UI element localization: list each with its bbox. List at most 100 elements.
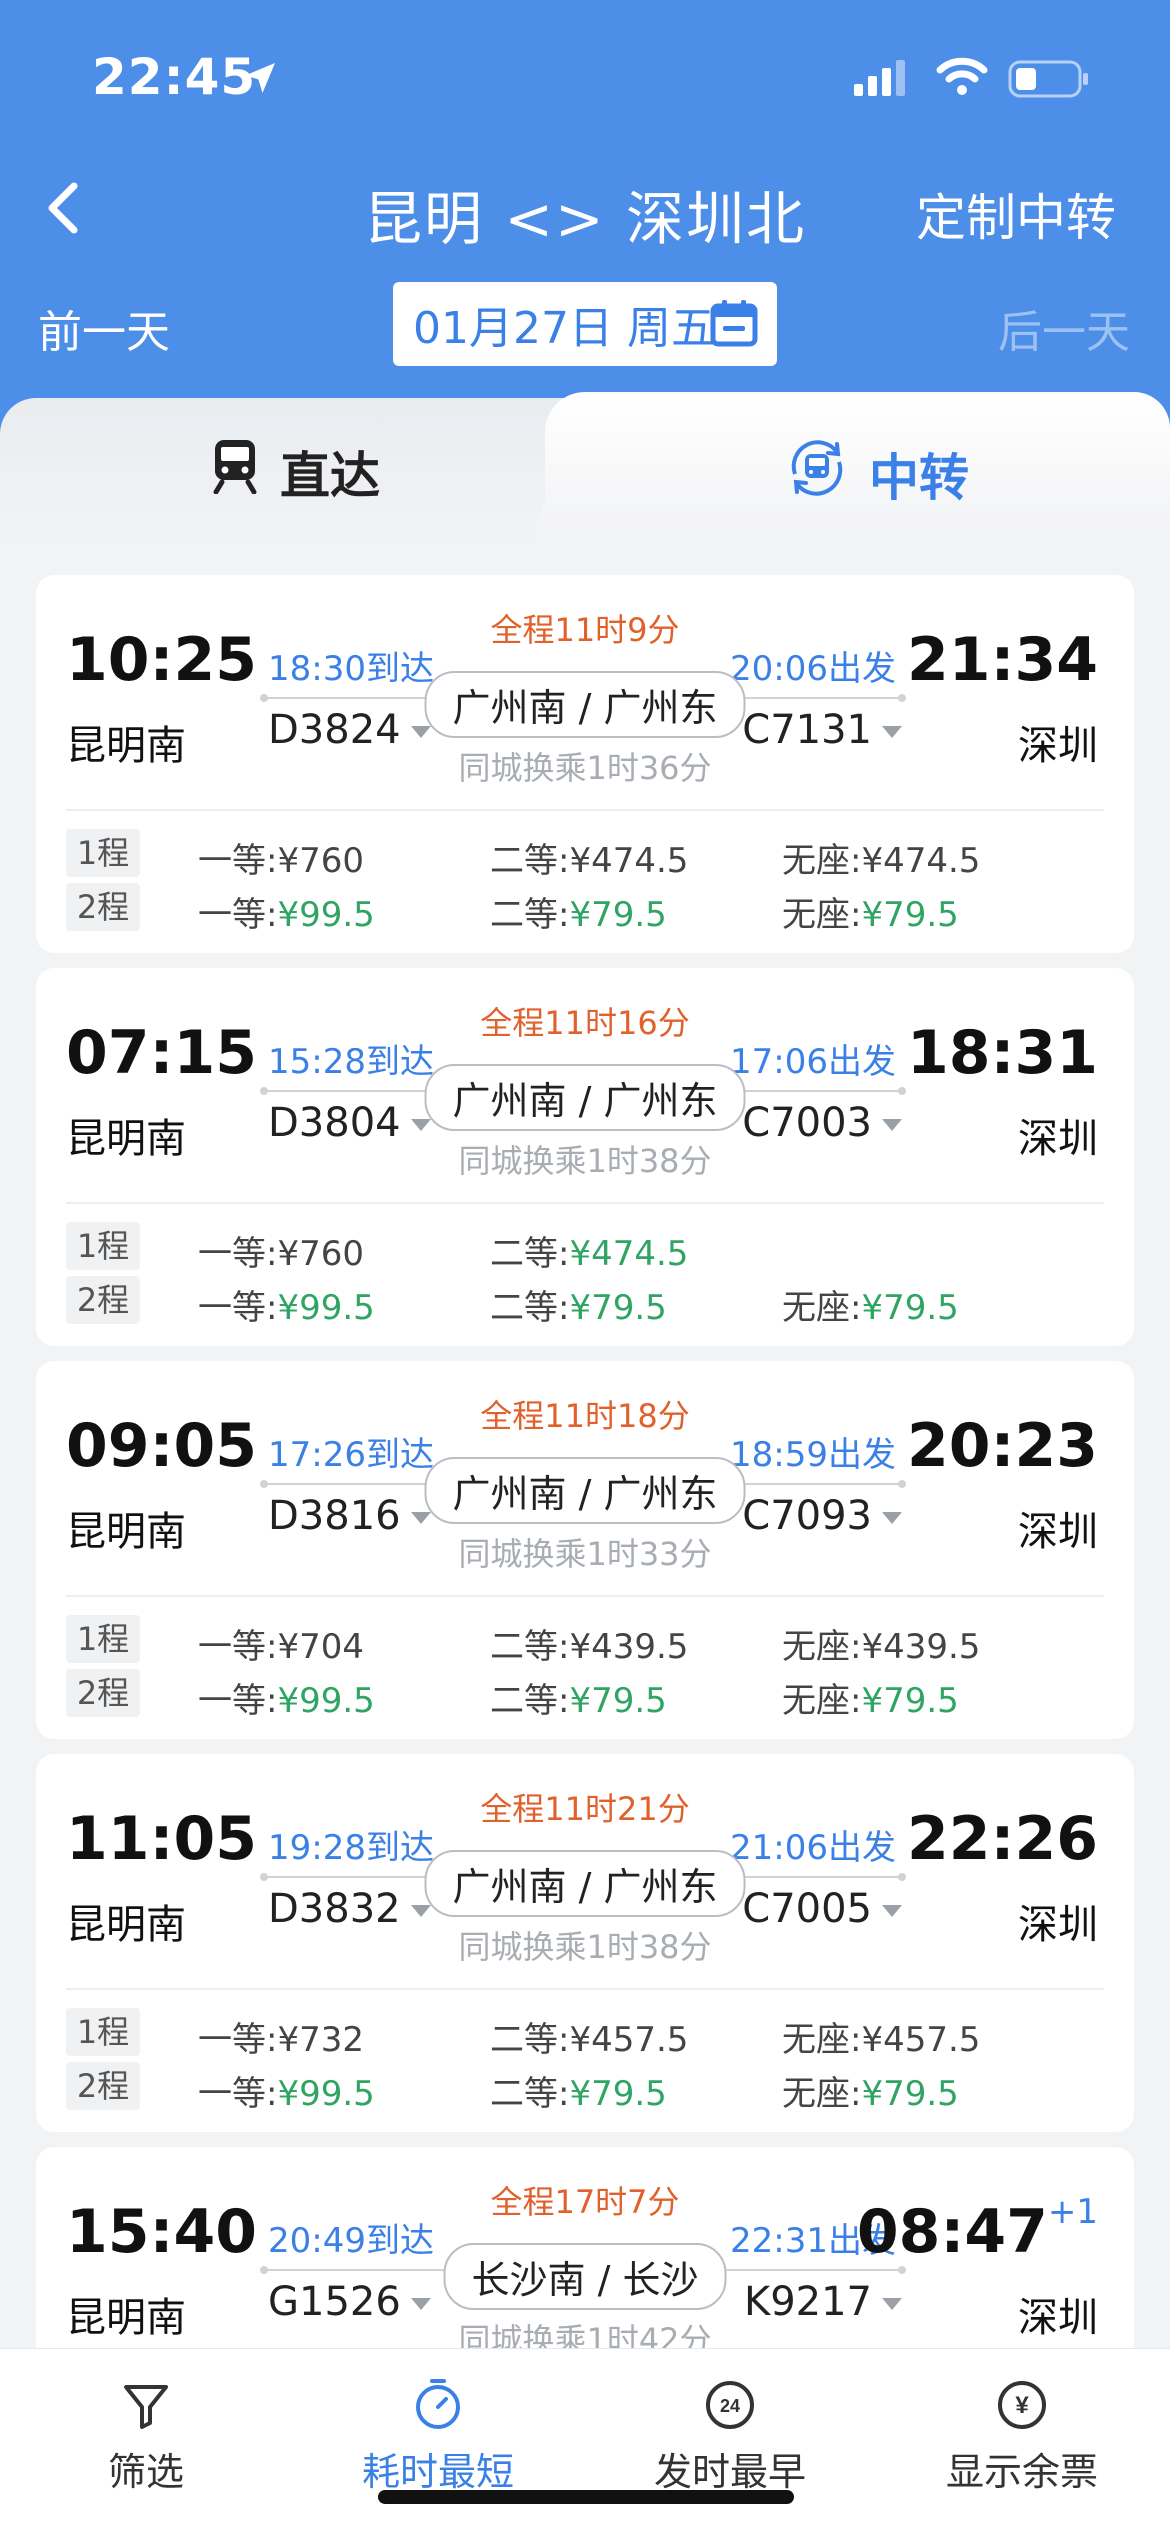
caret-down-icon [882, 1512, 902, 1524]
leg-label: 2程 [66, 1669, 140, 1717]
transfer-wait: 同城换乘1时33分 [458, 1535, 712, 1573]
result-card[interactable]: 07:15 昆明南 全程11时16分 15:28到达 17:06出发 广州南 /… [36, 968, 1134, 1346]
arrival-station: 深圳 [1018, 723, 1098, 769]
divider [66, 1988, 1104, 1990]
route-type-tabs: 直达 中转 [0, 392, 1170, 548]
sort-earliest-label: 发时最早 [653, 2450, 806, 2494]
caret-down-icon [410, 2298, 431, 2310]
tab-transfer[interactable]: 中转 [785, 436, 969, 512]
caret-down-icon [410, 726, 431, 738]
svg-text:24: 24 [720, 2396, 740, 2416]
sort-shortest-button[interactable]: 耗时最短 [292, 2377, 584, 2496]
price-value: ¥474.5 [569, 841, 689, 881]
price-value: ¥79.5 [569, 2074, 667, 2114]
price-row: 1程 一等:¥732 二等:¥457.5 无座:¥457.5 [66, 2008, 1104, 2060]
arrival-time: 20:23 [907, 1411, 1098, 1481]
price-value: ¥474.5 [569, 1234, 689, 1274]
seat-class: 一等: [198, 841, 278, 881]
calendar-icon [709, 298, 759, 359]
price-value: ¥439.5 [861, 1627, 981, 1667]
price-second-class: 二等:¥79.5 [490, 1673, 667, 1722]
seat-class: 二等: [490, 1681, 570, 1721]
next-day-badge: +1 [1047, 2192, 1098, 2232]
transfer-wait: 同城换乘1时36分 [458, 749, 712, 787]
arrival-time: 18:31 [907, 1018, 1098, 1088]
leg-label: 1程 [66, 829, 140, 877]
seat-class: 无座: [782, 841, 862, 881]
price-value: ¥474.5 [861, 841, 981, 881]
prev-day-button[interactable]: 前一天 [38, 296, 170, 360]
seat-class: 一等: [198, 1627, 278, 1667]
home-indicator [378, 2490, 794, 2504]
filter-button[interactable]: 筛选 [0, 2377, 292, 2496]
price-first-class: 一等:¥99.5 [198, 1280, 375, 1329]
24h-clock-icon: 24 [584, 2377, 876, 2433]
custom-transfer-button[interactable]: 定制中转 [916, 178, 1116, 250]
result-card[interactable]: 10:25 昆明南 全程11时9分 18:30到达 20:06出发 广州南 / … [36, 575, 1134, 953]
seat-class: 二等: [490, 2020, 570, 2060]
price-no-seat: 无座:¥79.5 [782, 1673, 959, 1722]
price-second-class: 二等:¥474.5 [490, 833, 688, 882]
price-first-class: 一等:¥704 [198, 1619, 364, 1668]
leg2-departure: 21:06出发 [730, 1828, 896, 1868]
result-card[interactable]: 09:05 昆明南 全程11时18分 17:26到达 18:59出发 广州南 /… [36, 1361, 1134, 1739]
bottom-toolbar: 筛选 耗时最短 24 发时最早 ¥ 显示余票 [0, 2348, 1170, 2532]
price-first-class: 一等:¥760 [198, 833, 364, 882]
price-first-class: 一等:¥760 [198, 1226, 364, 1275]
leg-label: 1程 [66, 2008, 140, 2056]
result-card[interactable]: 11:05 昆明南 全程11时21分 19:28到达 21:06出发 广州南 /… [36, 1754, 1134, 2132]
arrival-station: 深圳 [1018, 1509, 1098, 1555]
status-bar: 22:45 [0, 48, 1170, 108]
price-no-seat: 无座:¥79.5 [782, 2066, 959, 2115]
leg1-arrival: 17:26到达 [268, 1435, 434, 1475]
next-day-button[interactable]: 后一天 [998, 296, 1130, 360]
caret-down-icon [882, 1119, 902, 1131]
transfer-stations: 长沙南 / 长沙 [443, 2243, 727, 2310]
price-second-class: 二等:¥79.5 [490, 1280, 667, 1329]
show-tickets-label: 显示余票 [945, 2450, 1098, 2494]
price-row: 2程 一等:¥99.5 二等:¥79.5 无座:¥79.5 [66, 1276, 1104, 1329]
tab-transfer-label: 中转 [869, 449, 969, 507]
leg-label: 2程 [66, 2062, 140, 2110]
price-no-seat: 无座:¥439.5 [782, 1619, 980, 1668]
divider [66, 1595, 1104, 1597]
arrival-station: 深圳 [1018, 1902, 1098, 1948]
yen-icon: ¥ [876, 2377, 1168, 2433]
price-value: ¥79.5 [569, 1288, 667, 1328]
leg-label: 1程 [66, 1222, 140, 1270]
price-row: 2程 一等:¥99.5 二等:¥79.5 无座:¥79.5 [66, 2062, 1104, 2115]
seat-class: 二等: [490, 895, 570, 935]
price-second-class: 二等:¥79.5 [490, 2066, 667, 2115]
seat-class: 一等: [198, 2074, 278, 2114]
arrival-time-value: 08:47 [856, 2197, 1048, 2267]
price-no-seat: 无座:¥79.5 [782, 887, 959, 936]
caret-down-icon [882, 1905, 902, 1917]
seat-class: 二等: [490, 1288, 570, 1328]
leg1-arrival: 19:28到达 [268, 1828, 434, 1868]
caret-down-icon [882, 726, 902, 738]
sort-earliest-button[interactable]: 24 发时最早 [584, 2377, 876, 2496]
transfer-wait: 同城换乘1时38分 [458, 1142, 712, 1180]
show-tickets-button[interactable]: ¥ 显示余票 [876, 2377, 1168, 2496]
leg1-arrival: 15:28到达 [268, 1042, 434, 1082]
seat-class: 二等: [490, 841, 570, 881]
seat-class: 一等: [198, 1288, 278, 1328]
header: 22:45 昆明 <> 深圳北 定制中转 前一天 01月27日 周五 后一天 [0, 0, 1170, 440]
caret-down-icon [410, 1512, 431, 1524]
tab-direct[interactable]: 直达 [210, 436, 380, 508]
arrival-station: 深圳 [1018, 1116, 1098, 1162]
selected-date: 01月27日 周五 [413, 303, 715, 354]
divider [66, 809, 1104, 811]
seat-class: 无座: [782, 1627, 862, 1667]
stopwatch-icon [292, 2377, 584, 2433]
price-value: ¥79.5 [569, 1681, 667, 1721]
seat-class: 一等: [198, 2020, 278, 2060]
price-row: 2程 一等:¥99.5 二等:¥79.5 无座:¥79.5 [66, 883, 1104, 936]
cellular-signal-icon [852, 58, 912, 102]
caret-down-icon [410, 1905, 431, 1917]
date-picker-button[interactable]: 01月27日 周五 [393, 282, 777, 366]
filter-icon [0, 2377, 292, 2433]
status-time: 22:45 [92, 48, 257, 106]
price-row: 2程 一等:¥99.5 二等:¥79.5 无座:¥79.5 [66, 1669, 1104, 1722]
seat-class: 一等: [198, 1681, 278, 1721]
